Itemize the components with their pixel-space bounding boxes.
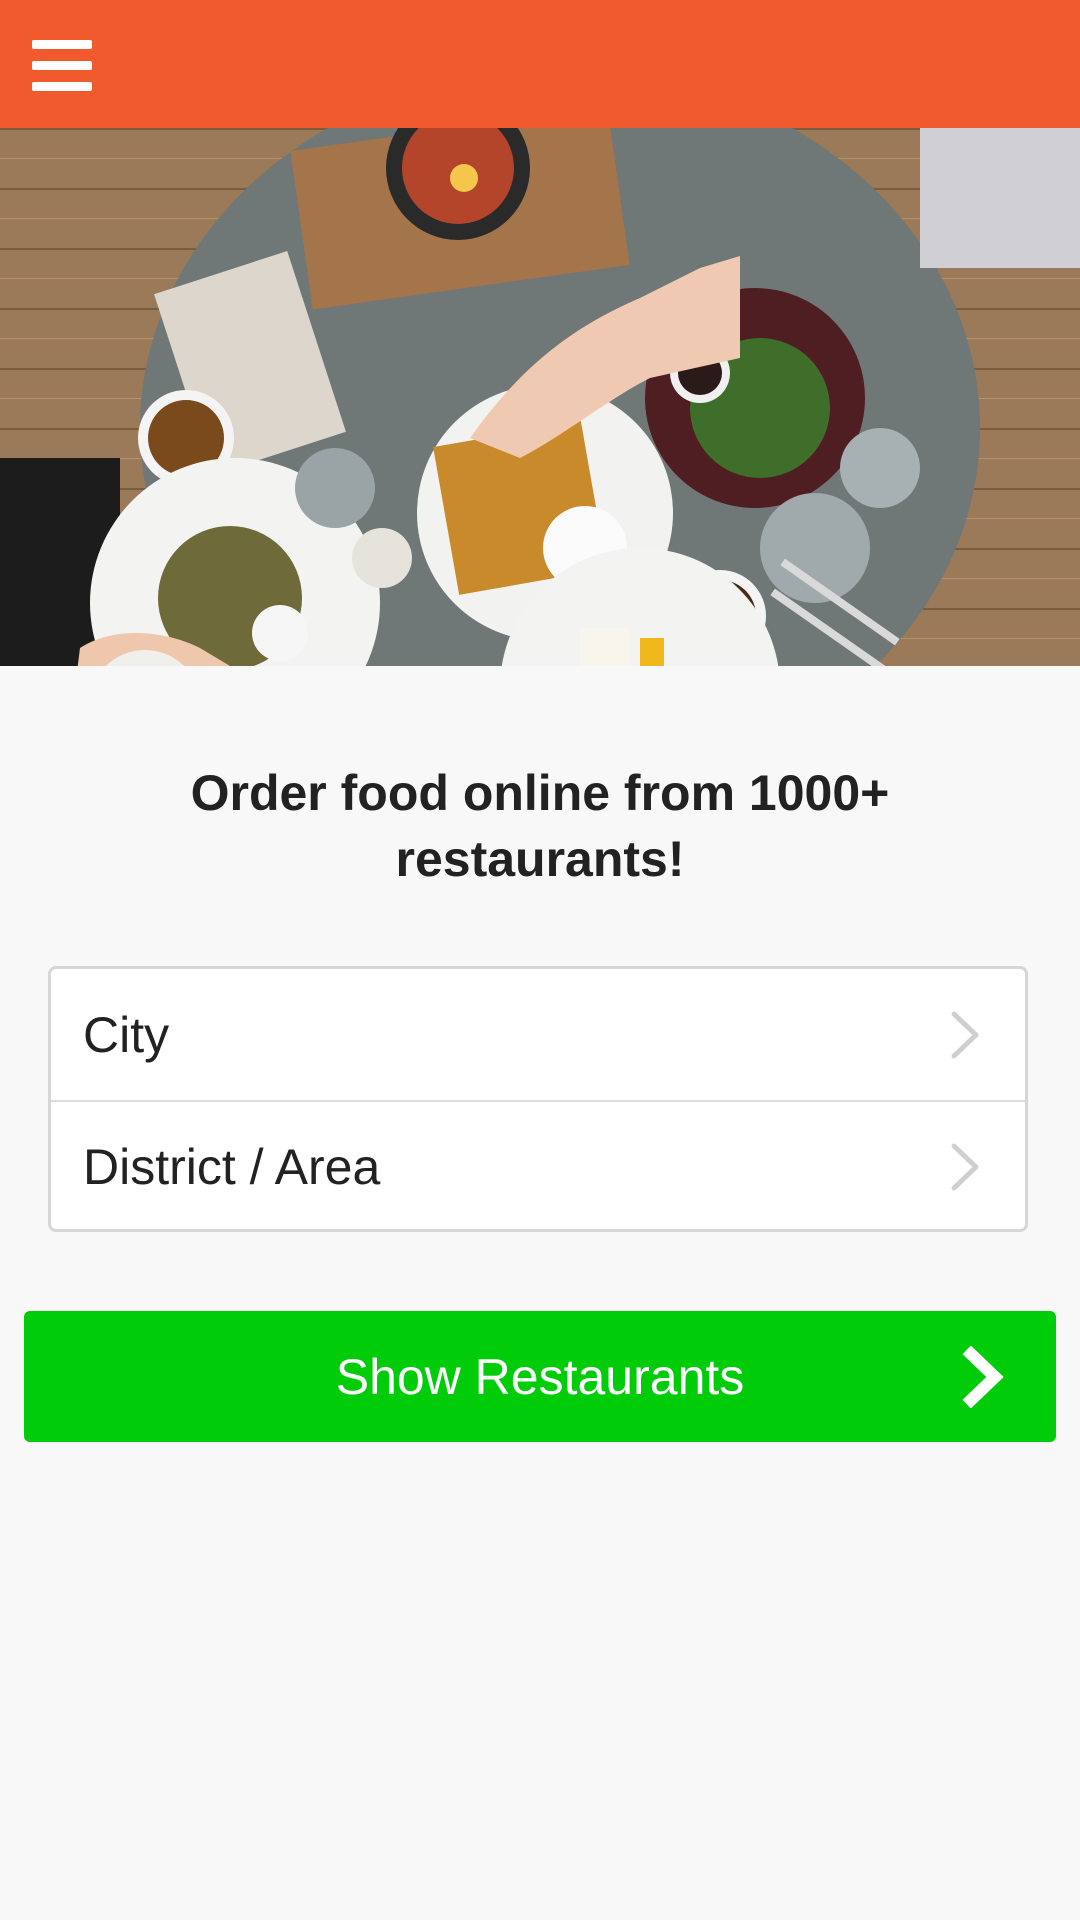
page-headline: Order food online from 1000+ restaurants… [190,765,890,887]
top-app-bar [0,0,1080,128]
chevron-right-icon [951,1011,979,1058]
menu-bar-line [32,40,92,49]
city-label: City [83,1006,170,1063]
city-selector-row[interactable]: City [51,969,1025,1102]
hero-food-image [0,128,1080,666]
chevron-right-icon [962,1345,1004,1408]
hamburger-menu-icon[interactable] [32,40,92,92]
hero-illustration [0,128,1080,666]
menu-bar-line [32,61,92,70]
app-root: Order food online from 1000+ restaurants… [0,0,1080,1920]
menu-bar-line [32,82,92,91]
district-area-selector-row[interactable]: District / Area [51,1101,1025,1232]
location-selector: City District / Area [48,966,1028,1232]
show-restaurants-button[interactable]: Show Restaurants [24,1311,1056,1442]
show-restaurants-label: Show Restaurants [335,1348,745,1405]
chevron-right-icon [951,1143,979,1190]
district-area-label: District / Area [83,1138,381,1195]
